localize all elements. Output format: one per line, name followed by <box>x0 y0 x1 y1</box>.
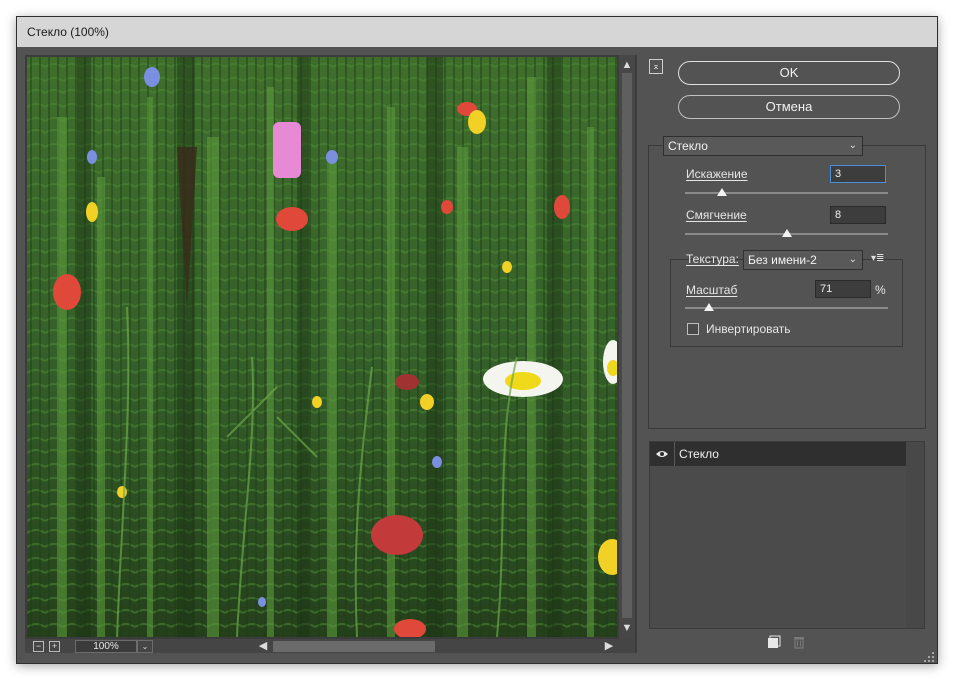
distortion-label: Искажение <box>686 167 748 181</box>
preview-image[interactable] <box>27 57 617 637</box>
invert-label: Инвертировать <box>706 322 791 336</box>
texture-select[interactable]: Без имени-2 ⌄ <box>743 250 863 270</box>
preview-horizontal-scrollbar[interactable]: ◀ ▶ <box>257 640 617 653</box>
collapse-gallery-button[interactable]: ⌅ <box>649 59 663 74</box>
preview-bottom-bar: − + 100% ⌄ ◀ ▶ <box>25 639 635 653</box>
zoom-dropdown-button[interactable]: ⌄ <box>137 640 153 653</box>
glass-filter-dialog: Стекло (100%) ▲ ▼ − + 100% ⌄ ◀ ▶ ⌅ OK От… <box>16 16 938 664</box>
preview-vertical-scrollbar[interactable]: ▲ ▼ <box>619 55 635 639</box>
invert-checkbox[interactable] <box>687 323 699 335</box>
zoom-level-field[interactable]: 100% <box>75 640 137 653</box>
chevron-down-icon: ⌄ <box>141 642 149 651</box>
collapse-chevron-icon: ⌅ <box>652 61 660 71</box>
layers-scrollbar[interactable] <box>906 442 924 628</box>
distortion-slider-knob[interactable] <box>716 188 727 196</box>
plus-square-icon: + <box>51 641 58 651</box>
scale-unit: % <box>875 283 886 297</box>
minus-square-icon: − <box>35 641 42 651</box>
horizontal-scroll-thumb[interactable] <box>273 641 435 652</box>
scale-field[interactable]: 71 <box>815 280 871 298</box>
filter-select[interactable]: Стекло ⌄ <box>663 136 863 156</box>
filter-select-value: Стекло <box>668 139 708 153</box>
trash-icon[interactable] <box>792 635 806 649</box>
scroll-left-arrow-icon[interactable]: ◀ <box>257 640 269 653</box>
eye-icon[interactable] <box>656 449 668 459</box>
texture-label: Текстура: <box>686 252 739 266</box>
effect-layers-panel: Стекло <box>649 441 925 629</box>
scroll-up-arrow-icon[interactable]: ▲ <box>621 59 633 71</box>
distortion-slider-track[interactable] <box>685 192 888 194</box>
chevron-down-icon: ⌄ <box>848 140 857 151</box>
new-effect-layer-icon[interactable] <box>767 635 781 649</box>
cancel-button[interactable]: Отмена <box>678 95 900 119</box>
ok-button[interactable]: OK <box>678 61 900 85</box>
vertical-scroll-thumb[interactable] <box>622 73 632 618</box>
resize-grip-icon[interactable] <box>923 651 935 663</box>
scroll-right-arrow-icon[interactable]: ▶ <box>603 640 615 653</box>
scale-slider-knob[interactable] <box>704 303 715 311</box>
texture-select-value: Без имени-2 <box>748 253 817 267</box>
zoom-out-button[interactable]: − <box>33 641 44 652</box>
smoothness-label: Смягчение <box>686 208 747 222</box>
distortion-field[interactable]: 3 <box>830 165 886 183</box>
smoothness-slider-knob[interactable] <box>781 229 792 237</box>
smoothness-field[interactable]: 8 <box>830 206 886 224</box>
scale-slider-track[interactable] <box>685 307 888 309</box>
scale-label: Масштаб <box>686 283 738 297</box>
effect-layer-row[interactable]: Стекло <box>650 442 906 466</box>
window-title: Стекло (100%) <box>17 17 937 47</box>
effect-layer-name: Стекло <box>679 447 719 461</box>
zoom-in-button[interactable]: + <box>49 641 60 652</box>
chevron-down-icon: ⌄ <box>848 254 857 265</box>
texture-menu-icon[interactable]: ▾≣ <box>871 253 884 264</box>
preview-area: ▲ ▼ − + 100% ⌄ ◀ ▶ <box>25 55 637 653</box>
layer-divider <box>674 442 675 466</box>
scroll-down-arrow-icon[interactable]: ▼ <box>621 622 633 634</box>
